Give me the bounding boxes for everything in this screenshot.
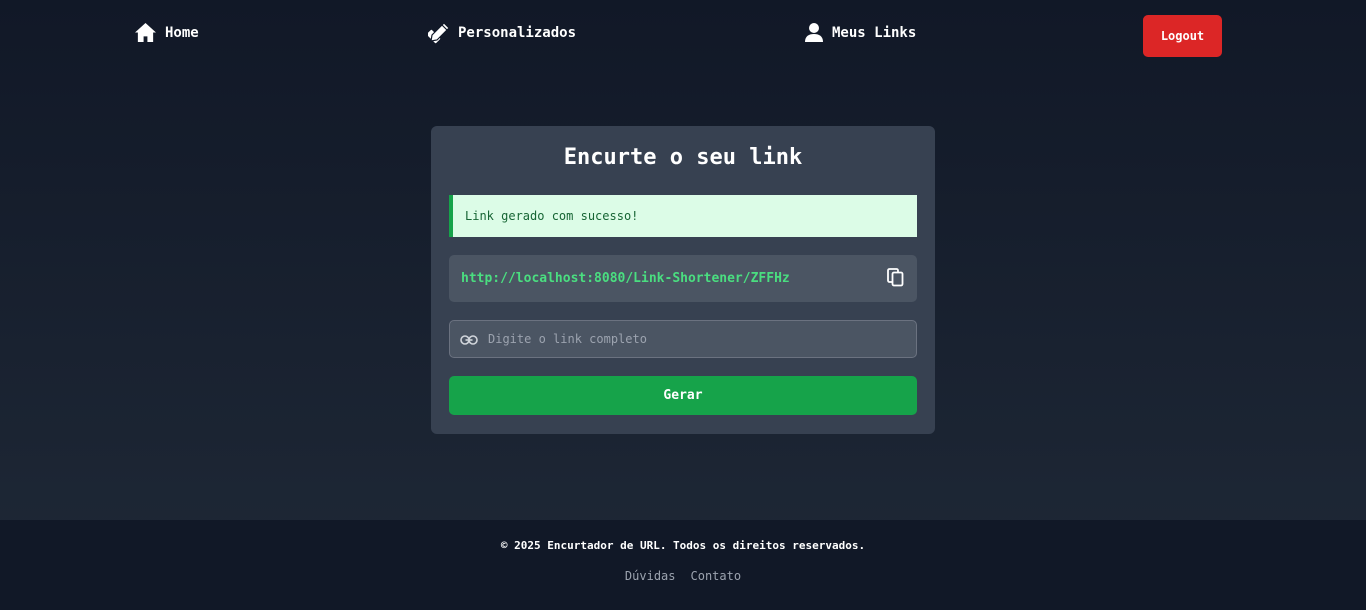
footer-link-duvidas[interactable]: Dúvidas	[625, 569, 676, 583]
footer-links: Dúvidas Contato	[0, 569, 1366, 583]
home-icon	[134, 22, 157, 43]
nav-my-links-link[interactable]: Meus Links	[804, 22, 916, 43]
logout-button[interactable]: Logout	[1143, 15, 1222, 57]
url-input-wrapper	[449, 320, 917, 358]
short-link-result: http://localhost:8080/Link-Shortener/ZFF…	[449, 255, 917, 302]
footer-link-contato[interactable]: Contato	[691, 569, 742, 583]
nav-home-label: Home	[165, 24, 199, 41]
success-alert-text: Link gerado com sucesso!	[465, 209, 639, 223]
nav-custom-label: Personalizados	[458, 25, 577, 41]
shortener-card: Encurte o seu link Link gerado com suces…	[431, 126, 935, 434]
url-input[interactable]	[488, 321, 916, 357]
copy-icon	[886, 267, 904, 290]
footer: © 2025 Encurtador de URL. Todos os direi…	[0, 520, 1366, 610]
card-title: Encurte o seu link	[563, 145, 803, 170]
nav-my-links-label: Meus Links	[832, 24, 917, 41]
pen-ruler-icon	[428, 22, 450, 44]
success-alert: Link gerado com sucesso!	[449, 195, 917, 237]
top-nav: Home Personalizados Meus Links Logout	[0, 0, 1366, 70]
nav-custom-link[interactable]: Personalizados	[428, 22, 576, 44]
copy-button[interactable]	[885, 267, 905, 290]
copyright-text: © 2025 Encurtador de URL. Todos os direi…	[500, 539, 866, 552]
link-icon	[460, 330, 478, 349]
short-link-text[interactable]: http://localhost:8080/Link-Shortener/ZFF…	[461, 271, 790, 286]
nav-home-link[interactable]: Home	[134, 22, 199, 43]
generate-button[interactable]: Gerar	[449, 376, 917, 415]
user-icon	[804, 22, 824, 43]
